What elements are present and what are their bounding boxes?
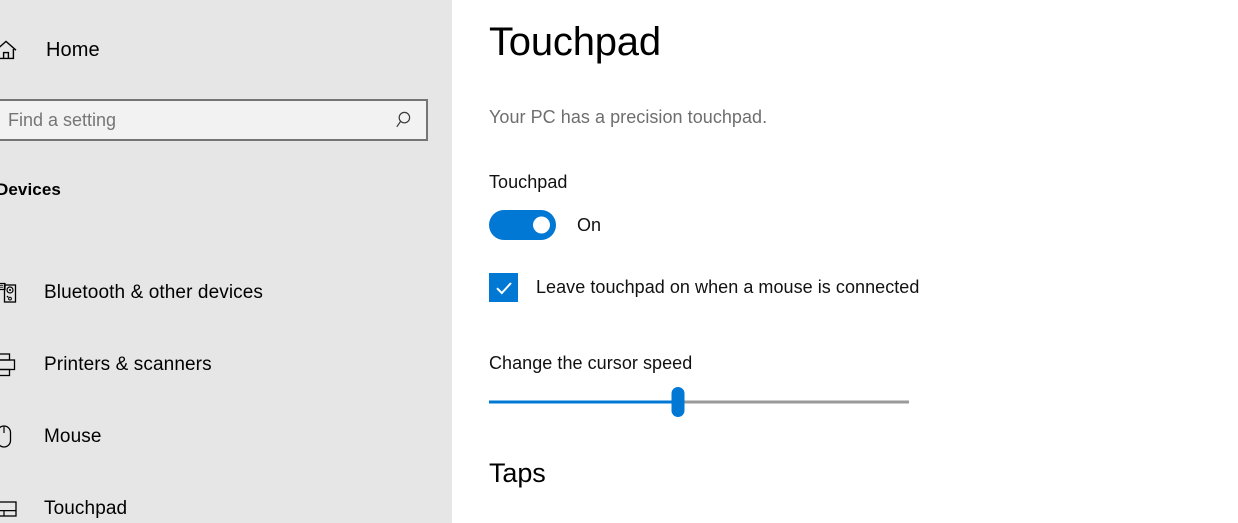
taps-section-heading: Taps — [489, 458, 546, 488]
sidebar-group-header: Devices — [0, 180, 61, 199]
search-icon[interactable] — [386, 101, 426, 139]
sidebar-item-printers-scanners[interactable]: Printers & scanners — [0, 329, 452, 401]
bluetooth-devices-icon — [0, 275, 22, 311]
home-icon — [0, 32, 24, 68]
leave-touchpad-on-row: Leave touchpad on when a mouse is connec… — [489, 273, 919, 302]
cursor-speed-label: Change the cursor speed — [489, 353, 693, 373]
sidebar-nav-list: Bluetooth & other devices Printers & sca… — [0, 257, 452, 523]
settings-window: Home Devices — [0, 0, 1238, 523]
slider-thumb[interactable] — [671, 387, 685, 417]
sidebar-item-label: Bluetooth & other devices — [44, 282, 264, 303]
slider-fill — [489, 400, 678, 404]
checkmark-icon — [495, 281, 512, 294]
leave-touchpad-on-checkbox[interactable] — [489, 273, 518, 302]
sidebar-item-label: Mouse — [44, 426, 102, 447]
sidebar-item-label: Touchpad — [44, 498, 128, 519]
page-subtitle: Your PC has a precision touchpad. — [489, 107, 768, 127]
sidebar-item-bluetooth-other-devices[interactable]: Bluetooth & other devices — [0, 257, 452, 329]
mouse-icon — [0, 419, 22, 455]
touchpad-toggle-state: On — [577, 214, 602, 235]
touchpad-icon — [0, 491, 22, 523]
toggle-knob — [533, 216, 550, 234]
search-input[interactable] — [0, 101, 386, 139]
page-title: Touchpad — [489, 20, 661, 64]
cursor-speed-slider[interactable] — [489, 387, 909, 417]
search-box[interactable] — [0, 99, 428, 141]
settings-content-pane: Touchpad Your PC has a precision touchpa… — [452, 0, 1238, 523]
touchpad-toggle-label: Touchpad — [489, 172, 568, 192]
sidebar-item-home[interactable]: Home — [0, 32, 248, 68]
home-label: Home — [46, 38, 100, 61]
touchpad-toggle-row: On — [489, 210, 601, 240]
settings-sidebar: Home Devices — [0, 0, 452, 523]
sidebar-item-label: Printers & scanners — [44, 354, 212, 375]
sidebar-item-mouse[interactable]: Mouse — [0, 401, 452, 473]
sidebar-item-touchpad[interactable]: Touchpad — [0, 473, 452, 523]
touchpad-toggle[interactable] — [489, 210, 556, 240]
leave-touchpad-on-label: Leave touchpad on when a mouse is connec… — [536, 277, 920, 297]
printer-icon — [0, 347, 22, 383]
